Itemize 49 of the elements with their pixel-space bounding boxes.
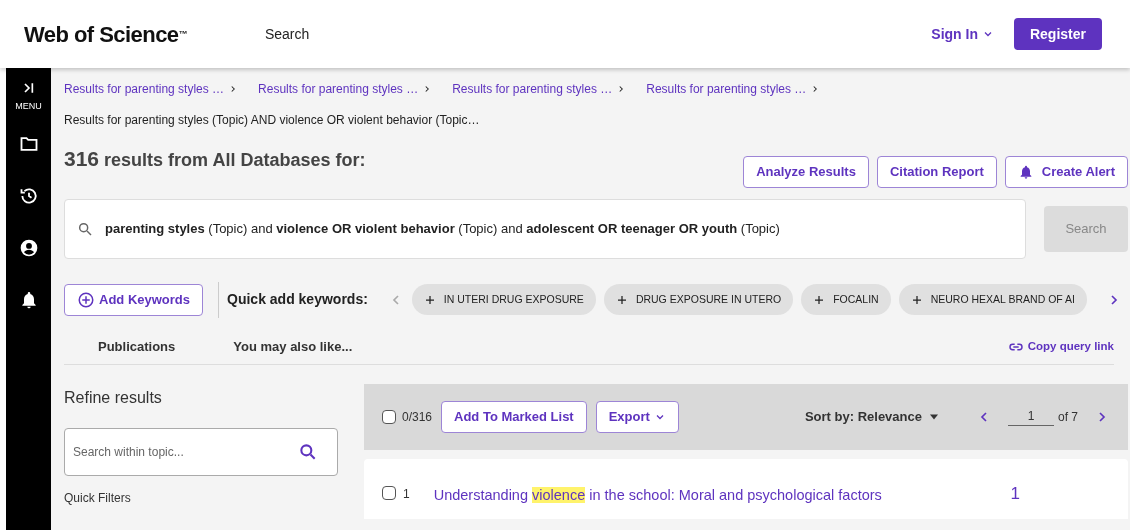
plus-icon — [910, 293, 923, 306]
select-all-checkbox[interactable] — [382, 409, 396, 424]
query-text: parenting styles (Topic) and violence OR violent behavior (Topic) and adolescent OR teenager OR youth (Topic) — [105, 219, 780, 238]
result-number: 1 — [403, 485, 410, 503]
result-checkbox[interactable] — [382, 485, 396, 500]
add-keywords-button[interactable]: Add Keywords — [64, 283, 203, 316]
caret-icon — [930, 413, 938, 420]
plus-icon — [813, 293, 826, 306]
keyword-chip[interactable]: IN UTERI DRUG EXPOSURE — [411, 284, 596, 315]
menu-label[interactable]: MENU — [15, 100, 42, 114]
nav-link[interactable]: Search — [264, 23, 310, 45]
history-icon[interactable] — [18, 185, 39, 206]
keyword-chip[interactable]: DRUG EXPOSURE IN UTERO — [603, 284, 794, 315]
quick-add-label: Quick add keywords: — [227, 290, 368, 309]
account-icon[interactable] — [18, 237, 39, 258]
breadcrumb-link[interactable]: Results for parenting styles … — [452, 80, 613, 98]
refine-title: Refine results — [64, 387, 163, 408]
results-heading: 316 results from All Databases for: — [64, 146, 366, 172]
page-count: of 7 — [1058, 408, 1078, 426]
quick-filters-label: Quick Filters — [64, 489, 132, 507]
tab[interactable]: You may also like... — [233, 330, 353, 364]
tab[interactable]: Publications — [98, 330, 176, 364]
search-icon — [77, 220, 93, 237]
export-button[interactable]: Export — [595, 400, 679, 433]
breadcrumb-link[interactable]: Results for parenting styles … — [646, 80, 807, 98]
query-field[interactable]: parenting styles (Topic) and violence OR violent behavior (Topic) and adolescent OR teenager OR youth (Topic) — [64, 198, 1026, 259]
keyword-chip[interactable]: FOCALIN — [801, 284, 891, 315]
search-icon[interactable] — [298, 441, 318, 462]
copy-query-link[interactable]: Copy query link — [1007, 338, 1114, 356]
plus-icon — [423, 293, 436, 306]
plus-icon — [615, 293, 628, 306]
create-alert-button[interactable]: Create Alert — [1004, 155, 1128, 188]
breadcrumb-link[interactable]: Results for parenting styles … — [64, 80, 225, 98]
selected-count: 0/316 — [402, 408, 433, 426]
current-page: Results for parenting styles (Topic) AND violence OR violent behavior (Topic… — [64, 112, 481, 129]
breadcrumb-link[interactable]: Results for parenting styles … — [258, 80, 419, 98]
citation-count[interactable]: 1 — [1010, 480, 1020, 506]
page-field[interactable]: 1 — [1008, 407, 1054, 426]
action-button[interactable]: Analyze Results — [743, 155, 869, 188]
register-button[interactable]: Register — [1013, 18, 1102, 50]
sign-in-link[interactable]: Sign In — [931, 23, 994, 45]
sort-dropdown[interactable]: Sort by: Relevance — [804, 406, 938, 427]
action-button[interactable]: Citation Report — [876, 155, 997, 188]
plus-circle-icon — [77, 290, 95, 309]
logo[interactable]: Web of Science$^{™}$ — [24, 17, 187, 51]
keyword-chip[interactable]: NEURO HEXAL BRAND OF AI — [898, 284, 1087, 315]
add-to-marked-list-button[interactable]: Add To Marked List — [441, 400, 587, 433]
topic-search-field[interactable]: Search within topic... — [64, 427, 338, 476]
result-title-link[interactable]: Understanding violence in the school: Moral and psychological factors — [433, 484, 882, 507]
